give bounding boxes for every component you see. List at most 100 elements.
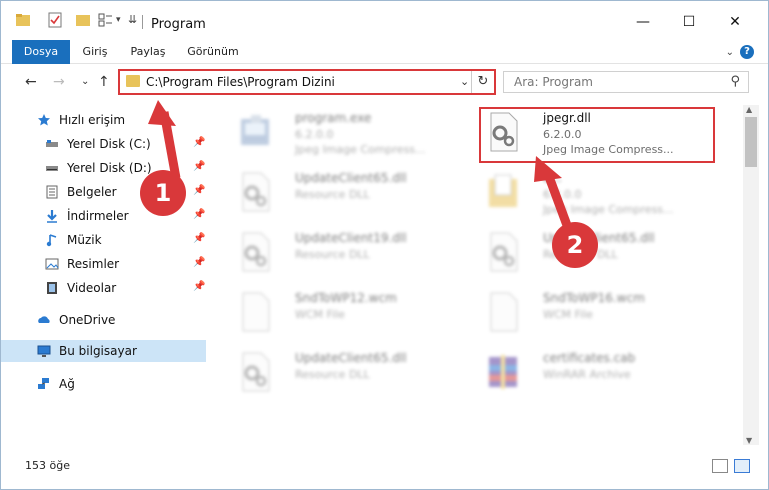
new-folder-icon[interactable] xyxy=(75,12,91,28)
sidebar-item-label: Belgeler xyxy=(67,185,117,199)
tab-view[interactable]: Görünüm xyxy=(181,40,245,64)
sidebar-item-videos[interactable]: Videolar 📌 xyxy=(1,277,206,299)
file-name: program.exe xyxy=(295,111,372,125)
minimize-button[interactable]: — xyxy=(620,7,666,37)
file-item[interactable]: e... 6.2.0.0 Jpeg Image Compress... xyxy=(475,165,715,223)
dll-gear-icon xyxy=(242,232,270,272)
title-separator xyxy=(142,15,143,29)
item-count: 153 öğe xyxy=(25,459,70,472)
up-button[interactable]: ↑ xyxy=(98,74,110,90)
pin-icon[interactable]: 📌 xyxy=(193,233,205,244)
file-name: UpdateClient65.dll xyxy=(295,351,407,365)
file-description: Resource DLL xyxy=(295,368,370,381)
step-marker-2: 2 xyxy=(552,222,598,268)
close-button[interactable]: ✕ xyxy=(712,7,758,37)
expand-ribbon-icon[interactable]: ⌄ xyxy=(726,47,734,58)
network-icon xyxy=(38,378,49,389)
address-bar[interactable]: C:\Program Files\Program Dizini ⌄ ↻ xyxy=(118,69,496,95)
dll-gear-icon xyxy=(490,232,518,272)
scroll-up-icon[interactable]: ▲ xyxy=(746,105,752,114)
sidebar-item-pictures[interactable]: Resimler 📌 xyxy=(1,253,206,275)
file-item[interactable]: UpdateClient65.dll Resource DLL xyxy=(227,345,467,403)
sidebar-item-onedrive[interactable]: OneDrive xyxy=(1,309,206,331)
navigation-pane: Hızlı erişim Yerel Disk (C:) 📌 Yerel Dis… xyxy=(1,105,207,445)
cloud-icon xyxy=(38,316,50,323)
address-dropdown-icon[interactable]: ⌄ xyxy=(460,75,469,88)
sidebar-item-network[interactable]: Ağ xyxy=(1,373,206,395)
file-item[interactable]: certificates.cab WinRAR Archive xyxy=(475,345,715,403)
vertical-scrollbar[interactable]: ▲ ▼ xyxy=(743,105,759,445)
tiles-view-icon[interactable] xyxy=(734,459,750,473)
videos-icon xyxy=(47,282,57,294)
file-item[interactable]: program.exe 6.2.0.0 Jpeg Image Compress.… xyxy=(227,105,467,163)
blank-file-icon xyxy=(242,292,270,332)
pictures-icon xyxy=(45,258,59,270)
file-name: UpdateClient19.dll xyxy=(295,231,407,245)
documents-icon xyxy=(46,185,58,199)
help-icon[interactable]: ? xyxy=(740,45,754,59)
sidebar-item-label: Bu bilgisayar xyxy=(59,344,137,358)
pin-icon[interactable]: 📌 xyxy=(193,137,205,148)
search-placeholder[interactable]: Ara: Program xyxy=(514,75,593,89)
address-path[interactable]: C:\Program Files\Program Dizini xyxy=(146,75,335,89)
pin-icon[interactable]: 📌 xyxy=(193,185,205,196)
tab-file[interactable]: Dosya xyxy=(12,40,70,64)
file-item[interactable]: SndToWP16.wcm WCM File xyxy=(475,285,715,343)
sidebar-item-label: Videolar xyxy=(67,281,117,295)
recent-locations-button[interactable]: ⌄ xyxy=(81,76,89,87)
step-marker-1: 1 xyxy=(140,170,186,216)
properties-icon[interactable] xyxy=(47,12,63,28)
sidebar-item-label: Ağ xyxy=(59,377,75,391)
search-icon[interactable]: ⚲ xyxy=(730,74,740,89)
file-item[interactable]: UpdateClient19.dll Resource DLL xyxy=(227,225,467,283)
folder-icon xyxy=(16,14,30,26)
scrollbar-thumb[interactable] xyxy=(745,117,757,167)
sidebar-item-disk-c[interactable]: Yerel Disk (C:) 📌 xyxy=(1,133,206,155)
file-name: SndToWP16.wcm xyxy=(543,291,645,305)
downloads-icon xyxy=(47,210,57,223)
sidebar-item-label: Hızlı erişim xyxy=(59,113,126,127)
sidebar-item-label: Müzik xyxy=(67,233,102,247)
tab-home[interactable]: Giriş xyxy=(73,40,117,64)
sidebar-item-label: Yerel Disk (C:) xyxy=(67,137,151,151)
sidebar-item-label: OneDrive xyxy=(59,313,116,327)
blank-file-icon xyxy=(490,292,518,332)
back-button[interactable]: ← xyxy=(25,74,37,90)
forward-button[interactable]: → xyxy=(53,74,65,90)
explorer-window: ▾ ⇊ Program — ☐ ✕ Dosya Giriş Paylaş Gör… xyxy=(0,0,769,490)
file-version: 6.2.0.0 xyxy=(543,188,582,201)
file-item[interactable]: SndToWP12.wcm WCM File xyxy=(227,285,467,343)
exe-icon xyxy=(241,115,269,145)
file-item[interactable]: UpdateClient65.dll Resource DLL xyxy=(227,165,467,223)
sidebar-item-label: Yerel Disk (D:) xyxy=(67,161,152,175)
file-description: WCM File xyxy=(543,308,593,321)
maximize-button[interactable]: ☐ xyxy=(666,7,712,37)
file-name: SndToWP12.wcm xyxy=(295,291,397,305)
search-box[interactable]: Ara: Program ⚲ xyxy=(503,71,749,93)
dll-gear-icon xyxy=(242,352,270,392)
pin-icon[interactable]: 📌 xyxy=(193,209,205,220)
drive-icon xyxy=(46,140,58,147)
highlight-jpegr-dll xyxy=(479,107,715,163)
sidebar-item-this-pc[interactable]: Bu bilgisayar xyxy=(1,340,206,362)
tab-share[interactable]: Paylaş xyxy=(124,40,172,64)
file-description: Jpeg Image Compress... xyxy=(295,143,426,156)
pin-icon[interactable]: 📌 xyxy=(193,257,205,268)
sidebar-item-quick-access[interactable]: Hızlı erişim xyxy=(1,109,206,131)
sidebar-item-music[interactable]: Müzik 📌 xyxy=(1,229,206,251)
pin-icon[interactable]: 📌 xyxy=(193,281,205,292)
status-bar: 153 öğe xyxy=(1,453,768,479)
window-title: Program xyxy=(151,17,206,32)
refresh-icon[interactable]: ↻ xyxy=(471,71,494,93)
drive-icon xyxy=(46,166,58,171)
computer-icon xyxy=(37,345,51,357)
scroll-down-icon[interactable]: ▼ xyxy=(746,436,752,445)
file-description: Resource DLL xyxy=(295,248,370,261)
file-name: UpdateClient65.dll xyxy=(295,171,407,185)
details-view-icon[interactable] xyxy=(712,459,728,473)
pin-icon[interactable]: 📌 xyxy=(193,161,205,172)
folder-doc-icon xyxy=(489,174,517,207)
view-icon[interactable] xyxy=(97,12,113,28)
file-description: Jpeg Image Compress... xyxy=(543,203,674,216)
file-version: 6.2.0.0 xyxy=(295,128,334,141)
